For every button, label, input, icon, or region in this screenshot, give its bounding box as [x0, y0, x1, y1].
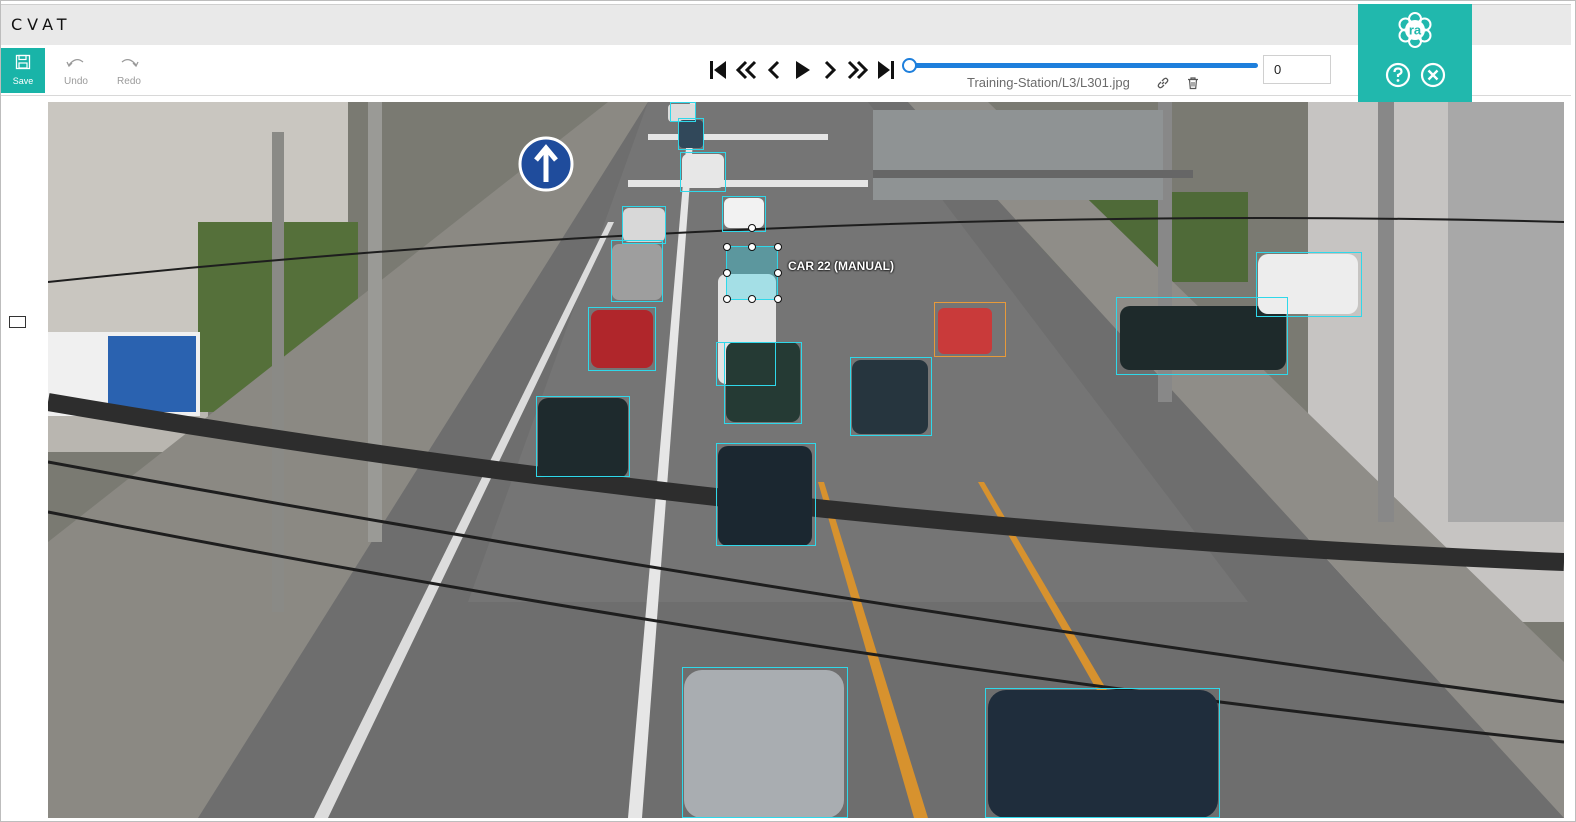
ra-assistant-panel: ra: [1358, 4, 1472, 104]
frame-slider-handle[interactable]: [902, 58, 917, 73]
bbox-car[interactable]: [680, 152, 726, 192]
resize-handle[interactable]: [774, 269, 782, 277]
play-icon: [796, 61, 810, 79]
resize-handle[interactable]: [723, 243, 731, 251]
resize-handle[interactable]: [723, 295, 731, 303]
draw-rectangle-tool-icon[interactable]: [9, 316, 26, 328]
resize-handle[interactable]: [774, 243, 782, 251]
ra-badge-icon[interactable]: ra: [1395, 10, 1435, 50]
frame-number-input[interactable]: [1263, 55, 1331, 84]
bbox-car-selected[interactable]: [726, 246, 778, 300]
redo-icon: [121, 58, 139, 68]
controls-sidebar: [1, 96, 47, 820]
bbox-car[interactable]: [536, 396, 630, 477]
trash-icon[interactable]: [1186, 76, 1200, 90]
bbox-car[interactable]: [724, 342, 802, 424]
bbox-car[interactable]: [678, 118, 704, 150]
undo-button[interactable]: Undo: [56, 52, 96, 92]
save-button[interactable]: Save: [1, 48, 45, 93]
bbox-car[interactable]: [1256, 252, 1362, 317]
ra-badge-text: ra: [1409, 23, 1422, 38]
next-frame-icon: [824, 60, 837, 80]
undo-icon: [66, 58, 84, 68]
selected-shape-label: CAR 22 (MANUAL): [788, 259, 894, 273]
bbox-car[interactable]: [588, 307, 656, 371]
previous-frame-icon: [767, 60, 780, 80]
last-frame-button[interactable]: [874, 58, 898, 82]
link-icon[interactable]: [1156, 76, 1170, 90]
resize-handle[interactable]: [748, 243, 756, 251]
undo-label: Undo: [64, 76, 88, 87]
forward-step-button[interactable]: [846, 58, 870, 82]
annotation-canvas[interactable]: [48, 102, 1564, 818]
frame-filename: Training-Station/L3/L301.jpg: [967, 75, 1130, 90]
bbox-motorcycle[interactable]: [934, 302, 1006, 357]
question-circle-icon[interactable]: [1385, 62, 1411, 88]
resize-handle[interactable]: [774, 295, 782, 303]
resize-handle[interactable]: [723, 269, 731, 277]
resize-handle[interactable]: [748, 295, 756, 303]
play-button[interactable]: [790, 58, 814, 82]
backward-step-button[interactable]: [734, 58, 758, 82]
last-frame-icon: [878, 61, 894, 79]
bbox-car[interactable]: [716, 443, 816, 546]
rotation-handle[interactable]: [748, 224, 756, 232]
annotation-toolbar: [1, 45, 1571, 96]
close-circle-icon[interactable]: [1420, 62, 1446, 88]
bbox-car[interactable]: [722, 196, 766, 232]
header-bar: CVAT: [1, 4, 1571, 46]
redo-button[interactable]: Redo: [109, 52, 149, 92]
save-label: Save: [12, 76, 34, 86]
cvat-logo: CVAT: [11, 15, 72, 34]
bbox-car[interactable]: [611, 240, 663, 302]
bbox-car[interactable]: [682, 667, 848, 818]
bbox-car[interactable]: [850, 357, 932, 436]
forward-step-icon: [847, 60, 869, 80]
first-frame-icon: [710, 61, 726, 79]
next-frame-button[interactable]: [818, 58, 842, 82]
frame-slider-track[interactable]: [908, 63, 1258, 68]
right-scrollbar[interactable]: [1564, 96, 1572, 820]
bbox-car[interactable]: [622, 206, 666, 244]
previous-frame-button[interactable]: [762, 58, 786, 82]
bbox-car[interactable]: [985, 688, 1220, 818]
save-icon: [15, 54, 31, 70]
redo-label: Redo: [117, 76, 141, 87]
first-frame-button[interactable]: [706, 58, 730, 82]
backward-step-icon: [735, 60, 757, 80]
